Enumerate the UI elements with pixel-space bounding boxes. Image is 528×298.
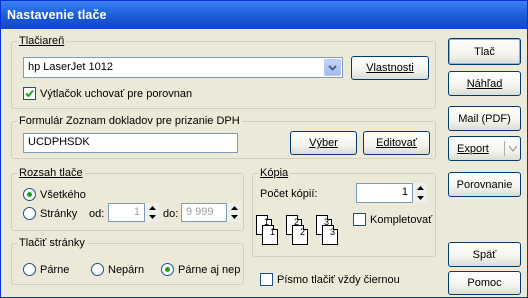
copies-group-label: Kópia [258,167,291,180]
copies-count-label: Počet kópií: [260,188,318,200]
page-number: 2 [299,227,305,237]
print-button-label: Tlač [474,45,495,58]
spin-up-icon [145,203,159,213]
both-pages-label: Párne aj nep [178,264,241,276]
range-group-label: Rozsah tlače [17,167,85,180]
range-from-field[interactable]: 1 [108,203,145,222]
select-button[interactable]: Výber [290,131,357,155]
spin-down-icon [227,212,241,222]
black-font-label: Písmo tlačiť vždy čiernou [277,274,400,286]
compare-button[interactable]: Porovnanie [448,172,521,197]
preview-button-label: Náhľad [466,77,503,90]
page-number: 3 [329,227,335,237]
odd-pages-label: Nepárn [108,264,145,276]
page-icon: 2 [292,225,308,245]
back-button[interactable]: Späť [448,242,521,267]
form-code-value: UCDPHSDK [28,136,90,148]
range-to-value: 9 999 [186,206,214,218]
range-all-radio[interactable] [23,188,36,201]
print-button[interactable]: Tlač [448,38,521,65]
range-to-label: do: [163,208,179,220]
odd-pages-radio[interactable] [91,263,104,276]
window-title: Nastavenie tlače [1,1,527,29]
dropdown-arrow-icon [509,146,517,152]
form-code-field[interactable]: UCDPHSDK [23,133,238,153]
range-pages-radio[interactable] [23,207,36,220]
collate-checkbox[interactable] [353,213,366,226]
printer-group-label: Tlačiareň [17,35,67,48]
page-number: 1 [269,227,275,237]
copies-count-field[interactable]: 1 [356,183,413,203]
print-settings-dialog: Nastavenie tlače Tlačiareň hp LaserJet 1… [0,0,528,298]
black-font-checkbox[interactable] [260,273,273,286]
select-button-label: Výber [309,137,338,149]
range-from-label: od: [89,208,105,220]
spin-down-icon [145,212,159,222]
range-group-label-text: Rozsah tlače [19,167,83,179]
both-pages-radio[interactable] [161,263,174,276]
even-pages-radio[interactable] [23,263,36,276]
export-button-label: Export [457,142,489,155]
properties-button-label: Vlastnosti [366,62,414,74]
keep-copy-label: Výtlačok uchovať pre porovnan [40,88,193,100]
printer-group-label-text: Tlačiareň [19,35,65,47]
range-to-spinner[interactable] [227,203,241,222]
printer-select[interactable]: hp LaserJet 1012 [23,57,343,78]
edit-button[interactable]: Editovať [363,131,430,155]
range-pages-label: Stránky [40,208,78,220]
printer-dropdown-button[interactable] [324,59,341,76]
print-pages-group-label-text: Tlačiť stránky [19,237,85,249]
keep-copy-checkbox[interactable] [23,87,36,100]
export-button[interactable]: Export [448,136,521,161]
collate-illustration: 1 1 2 2 3 3 [256,215,351,249]
properties-button[interactable]: Vlastnosti [351,56,429,80]
range-all-label: Všetkého [40,189,86,201]
help-button[interactable]: Pomoc [448,271,521,295]
back-button-label: Späť [472,248,497,261]
range-group: Rozsah tlače [11,167,244,231]
form-group-label: Formulár Zoznam dokladov pre prizanie DP… [17,115,242,128]
spin-down-icon [413,193,427,203]
spin-up-icon [227,203,241,213]
printer-select-value: hp LaserJet 1012 [28,61,114,73]
page-icon: 1 [262,225,278,245]
check-icon [25,89,34,98]
range-from-value: 1 [133,206,140,218]
even-pages-label: Párne [40,264,70,276]
compare-button-label: Porovnanie [456,178,513,191]
export-dropdown-divider [504,141,505,156]
preview-button[interactable]: Náhľad [448,71,521,96]
copies-count-spinner[interactable] [413,183,427,203]
edit-button-label: Editovať [376,137,417,149]
range-from-spinner[interactable] [145,203,159,222]
page-icon: 3 [322,225,338,245]
copies-group-label-text: Kópia [260,167,289,179]
mail-pdf-button-label: Mail (PDF) [458,112,511,125]
spin-up-icon [413,183,427,193]
mail-pdf-button[interactable]: Mail (PDF) [448,106,521,131]
print-pages-group-label: Tlačiť stránky [17,237,87,250]
range-to-field[interactable]: 9 999 [181,203,227,222]
copies-count-value: 1 [401,186,408,198]
help-button-label: Pomoc [467,277,502,289]
collate-label: Kompletovať [370,214,433,226]
chevron-down-icon [328,64,337,71]
